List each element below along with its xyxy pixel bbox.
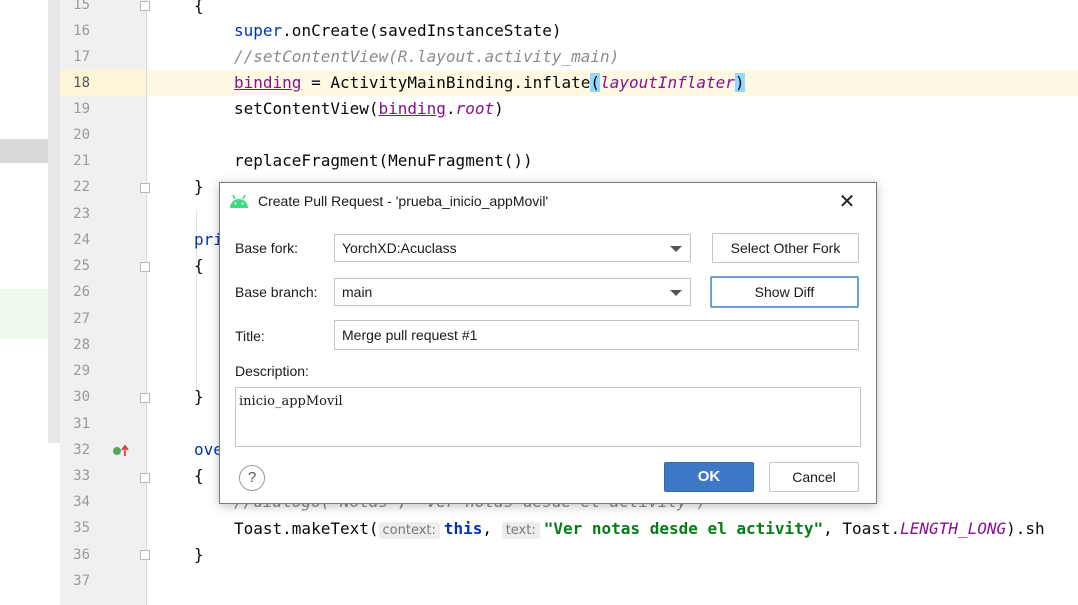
line-number: 33 [73, 468, 90, 484]
chevron-down-icon [670, 290, 682, 296]
line-number: 31 [73, 416, 90, 432]
fold-marker-icon[interactable] [140, 393, 150, 403]
panel-divider[interactable] [48, 0, 60, 443]
line-number: 32 [73, 442, 90, 458]
line-number: 17 [73, 49, 90, 65]
description-textarea[interactable]: inicio_appMovil [235, 387, 861, 447]
fold-marker-icon[interactable] [140, 473, 150, 483]
code-line[interactable]: { [194, 466, 204, 485]
close-icon[interactable]: ✕ [836, 191, 858, 213]
ok-button[interactable]: OK [664, 462, 754, 492]
line-number: 35 [73, 520, 90, 536]
line-number: 36 [73, 547, 90, 563]
fold-marker-icon[interactable] [140, 550, 150, 560]
line-number: 21 [73, 153, 90, 169]
base-fork-label: Base fork: [235, 240, 299, 256]
fold-marker-icon[interactable] [140, 183, 150, 193]
code-line[interactable]: { [194, 256, 204, 275]
title-input[interactable]: Merge pull request #1 [334, 320, 859, 350]
line-number: 19 [73, 101, 90, 117]
line-number: 28 [73, 337, 90, 353]
help-icon[interactable]: ? [239, 465, 265, 491]
code-line[interactable]: } [194, 177, 204, 196]
select-other-fork-button[interactable]: Select Other Fork [712, 233, 859, 263]
title-label: Title: [235, 328, 265, 344]
description-label: Description: [235, 363, 309, 379]
code-line[interactable]: super.onCreate(savedInstanceState) [234, 21, 562, 40]
line-number: 23 [73, 206, 90, 222]
line-number: 26 [73, 284, 90, 300]
fold-marker-icon[interactable] [140, 262, 150, 272]
code-line[interactable]: Toast.makeText(context: this, text: "Ver n… [234, 519, 1045, 539]
override-marker-icon[interactable] [112, 444, 130, 458]
line-number: 27 [73, 311, 90, 327]
line-number: 20 [73, 127, 90, 143]
base-fork-select[interactable]: YorchXD:Acuclass [334, 234, 691, 262]
parameter-hint: context: [378, 522, 440, 539]
line-number: 25 [73, 258, 90, 274]
code-line[interactable]: { [194, 0, 204, 15]
line-number: 24 [73, 232, 90, 248]
line-number: 34 [73, 494, 90, 510]
fold-marker-icon[interactable] [140, 1, 150, 11]
line-number: 15 [73, 0, 90, 13]
code-line[interactable]: } [194, 387, 204, 406]
gutter-border [146, 0, 147, 605]
line-number: 22 [73, 179, 90, 195]
line-number: 29 [73, 363, 90, 379]
code-line[interactable]: //setContentView(R.layout.activity_main) [234, 47, 619, 66]
cancel-button[interactable]: Cancel [769, 462, 859, 492]
line-number: 30 [73, 389, 90, 405]
code-line[interactable]: setContentView(binding.root) [234, 99, 504, 118]
base-branch-label: Base branch: [235, 284, 318, 300]
code-line[interactable]: binding = ActivityMainBinding.inflate(la… [234, 73, 745, 92]
dialog-title: Create Pull Request - 'prueba_inicio_app… [258, 193, 549, 209]
android-icon [230, 194, 248, 208]
parameter-hint: text: [501, 522, 540, 539]
line-number: 37 [73, 573, 90, 589]
code-line[interactable]: } [194, 545, 204, 564]
code-line[interactable]: replaceFragment(MenuFragment()) [234, 151, 533, 170]
create-pull-request-dialog: Create Pull Request - 'prueba_inicio_app… [219, 182, 877, 504]
base-branch-select[interactable]: main [334, 278, 691, 306]
show-diff-button[interactable]: Show Diff [710, 276, 859, 308]
line-number: 16 [73, 23, 90, 39]
line-number: 18 [73, 75, 90, 91]
chevron-down-icon [670, 246, 682, 252]
